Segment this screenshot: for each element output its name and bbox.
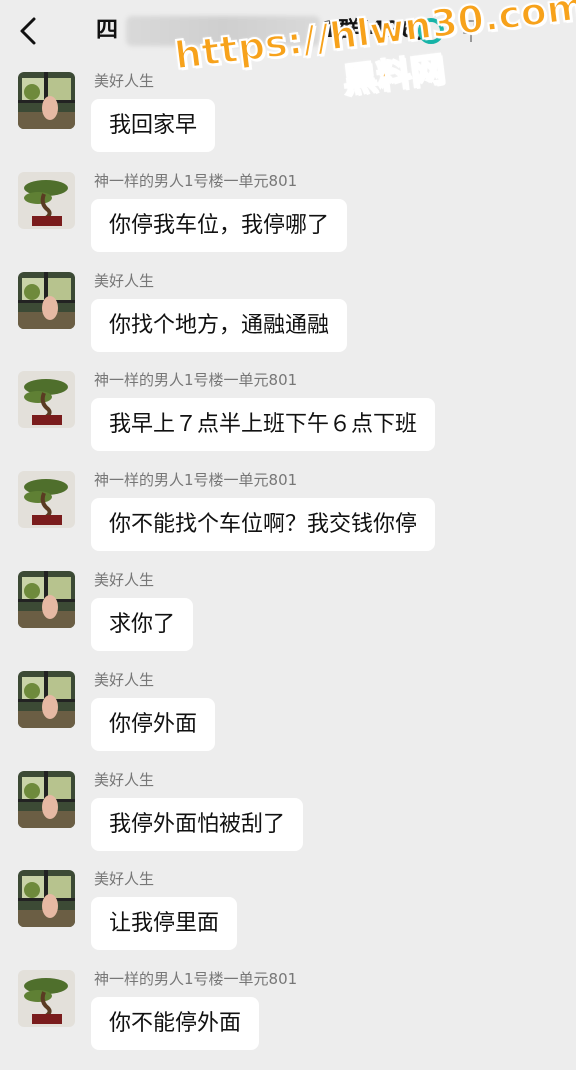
blurred-group-name [126,16,320,46]
message-item: 美好人生 求你了 [0,571,576,671]
sender-avatar[interactable] [18,771,75,828]
sender-avatar[interactable] [18,172,75,229]
sender-avatar[interactable] [18,870,75,927]
sender-name: 美好人生 [94,571,155,589]
sender-avatar[interactable] [18,671,75,728]
chat-header: 四 1群(496) [0,0,576,62]
message-bubble[interactable]: 我停外面怕被刮了 [91,797,304,851]
message-item: 神一样的男人1号楼一单元801 你不能停外面 [0,970,576,1070]
message-item: 美好人生我停外面怕被刮了 [0,770,576,871]
message-item: 美好人生你找个地方，通融通融 [0,271,576,372]
message-bubble[interactable]: 让我停里面 [91,897,238,951]
message-bubble[interactable]: 你不能找个车位啊？我交钱你停 [91,498,436,552]
sender-avatar[interactable] [18,72,75,129]
sender-name: 美好人生 [94,670,155,689]
member-count: (496) [359,18,426,43]
message-bubble[interactable]: 求你了 [91,598,194,651]
sender-avatar[interactable] [18,371,75,428]
status-ring-icon[interactable] [418,18,444,44]
group-title-start: 四 [96,18,119,43]
sender-avatar[interactable] [18,571,75,628]
sender-name: 神一样的男人1号楼一单元801 [94,471,298,490]
message-bubble[interactable]: 我早上７点半上班下午６点下班 [91,398,436,452]
sender-avatar[interactable] [18,970,75,1027]
sender-name: 美好人生 [94,770,155,789]
sender-name: 神一样的男人1号楼一单元801 [94,970,298,989]
message-item: 美好人生 我回家早 [0,72,576,172]
message-bubble[interactable]: 你不能停外面 [91,997,260,1051]
sender-avatar[interactable] [18,272,75,329]
message-item: 美好人生 让我停里面 [0,870,576,970]
message-bubble[interactable]: 你找个地方，通融通融 [91,298,348,352]
message-item: 神一样的男人1号楼一单元801 你停我车位，我停哪了 [0,171,576,272]
pin-icon[interactable] [458,18,484,44]
back-arrow-icon[interactable] [14,14,44,48]
message-item: 神一样的男人1号楼一单元801 你不能找个车位啊？我交钱你停 [0,471,576,571]
sender-name: 美好人生 [94,870,155,889]
message-item: 神一样的男人1号楼一单元801 我早上７点半上班下午６点下班 [0,371,576,471]
message-bubble[interactable]: 你停我车位，我停哪了 [91,198,348,252]
sender-name: 美好人生 [94,72,155,90]
group-title-count: 1群(496) [322,14,425,48]
message-bubble[interactable]: 你停外面 [91,697,216,751]
group-title-end: 1群 [322,18,360,43]
sender-name: 美好人生 [94,271,155,290]
message-item: 美好人生 你停外面 [0,670,576,771]
sender-name: 神一样的男人1号楼一单元801 [94,371,298,390]
sender-avatar[interactable] [18,471,75,528]
message-bubble[interactable]: 我回家早 [91,99,216,152]
sender-name: 神一样的男人1号楼一单元801 [94,171,298,190]
